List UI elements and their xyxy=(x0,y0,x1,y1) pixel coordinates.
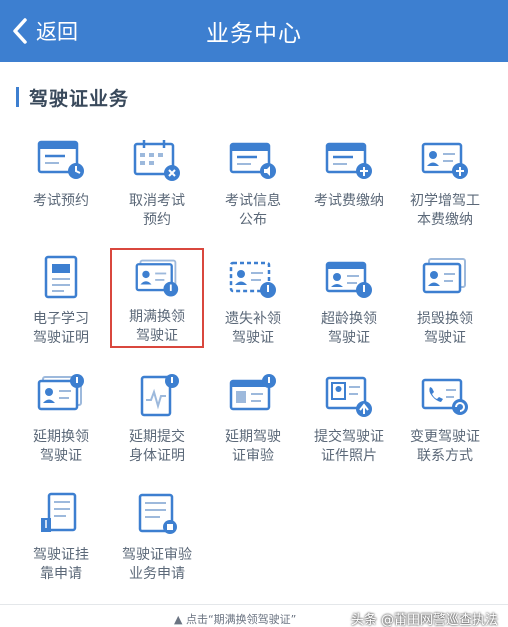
service-tile-change-contact[interactable]: 变更驾驶证 联系方式 xyxy=(398,366,492,466)
service-tile-exam-fee[interactable]: 考试费缴纳 xyxy=(302,130,396,230)
service-tile-renewal-expired[interactable]: 期满换领 驾驶证 xyxy=(110,248,204,348)
image-caption: ▲ 点击“期满换领驾驶证” 头条 @莆田网警巡查执法 xyxy=(0,608,508,627)
service-label: 超龄换领 驾驶证 xyxy=(321,311,377,346)
service-tile-extend-review[interactable]: 延期驾驶 证审验 xyxy=(206,366,300,466)
service-tile-exam-info[interactable]: 考试信息 公布 xyxy=(206,130,300,230)
license-review-icon xyxy=(229,374,276,411)
section-heading: 驾驶证业务 xyxy=(16,86,130,110)
service-label: 变更驾驶证 联系方式 xyxy=(410,429,480,464)
health-report-icon xyxy=(140,374,179,417)
back-button[interactable]: 返回 xyxy=(10,0,78,62)
service-tile-overage-renewal[interactable]: 超龄换领 驾驶证 xyxy=(302,248,396,348)
document-stamp-icon xyxy=(44,255,78,299)
service-tile-extend-renewal[interactable]: 延期换领 驾驶证 xyxy=(14,366,108,466)
caption-note: ▲ 点击“期满换领驾驶证” xyxy=(174,613,297,626)
service-label: 提交驾驶证 证件照片 xyxy=(314,429,384,464)
service-label: 期满换领 驾驶证 xyxy=(129,309,185,344)
photo-upload-icon xyxy=(325,376,372,417)
form-fee-icon xyxy=(325,142,372,179)
calendar-cancel-icon xyxy=(133,140,180,181)
section-title: 驾驶证业务 xyxy=(29,87,130,110)
service-label: 考试预约 xyxy=(33,193,89,209)
caption-divider xyxy=(0,604,508,605)
page-title: 业务中心 xyxy=(206,21,302,47)
license-damaged-icon xyxy=(422,258,466,294)
service-label: 驾驶证挂 靠申请 xyxy=(33,547,89,582)
service-label: 延期驾驶 证审验 xyxy=(225,429,281,464)
service-label: 取消考试 预约 xyxy=(129,193,185,228)
service-label: 延期提交 身体证明 xyxy=(129,429,185,464)
license-lost-icon xyxy=(229,261,276,298)
section-accent-bar xyxy=(16,87,19,107)
chevron-left-icon xyxy=(13,18,27,44)
license-affiliate-icon xyxy=(41,492,77,532)
service-tile-e-study-proof[interactable]: 电子学习 驾驶证明 xyxy=(14,248,108,348)
service-tile-submit-photo[interactable]: 提交驾驶证 证件照片 xyxy=(302,366,396,466)
service-label: 驾驶证审验 业务申请 xyxy=(122,547,192,582)
service-tile-extend-health-proof[interactable]: 延期提交 身体证明 xyxy=(110,366,204,466)
service-tile-cancel-exam[interactable]: 取消考试 预约 xyxy=(110,130,204,230)
service-tile-lost-replacement[interactable]: 遗失补领 驾驶证 xyxy=(206,248,300,348)
service-label: 损毁换领 驾驶证 xyxy=(417,311,473,346)
contact-change-icon xyxy=(421,378,468,415)
service-label: 考试费缴纳 xyxy=(314,193,384,209)
service-tile-learner-fee[interactable]: 初学增驾工 本费缴纳 xyxy=(398,130,492,230)
id-card-fee-icon xyxy=(421,142,468,179)
back-label: 返回 xyxy=(36,20,78,44)
service-tile-damaged-renewal[interactable]: 损毁换领 驾驶证 xyxy=(398,248,492,348)
service-tile-review-application[interactable]: 驾驶证审验 业务申请 xyxy=(110,484,204,584)
service-label: 考试信息 公布 xyxy=(225,193,281,228)
license-age-icon xyxy=(325,261,372,298)
service-label: 电子学习 驾驶证明 xyxy=(33,311,89,346)
service-label: 初学增驾工 本费缴纳 xyxy=(410,193,480,228)
license-renew-icon xyxy=(135,259,179,297)
service-tile-affiliation[interactable]: 驾驶证挂 靠申请 xyxy=(14,484,108,584)
service-tile-exam-booking[interactable]: 考试预约 xyxy=(14,130,108,230)
service-label: 遗失补领 驾驶证 xyxy=(225,311,281,346)
form-clock-icon xyxy=(37,140,84,179)
license-extend-icon xyxy=(37,374,84,411)
service-label: 延期换领 驾驶证 xyxy=(33,429,89,464)
form-speaker-icon xyxy=(229,142,276,179)
watermark-credit: 头条 @莆田网警巡查执法 xyxy=(350,613,498,627)
review-apply-icon xyxy=(138,493,177,534)
header-bar: 返回 业务中心 xyxy=(0,0,508,62)
